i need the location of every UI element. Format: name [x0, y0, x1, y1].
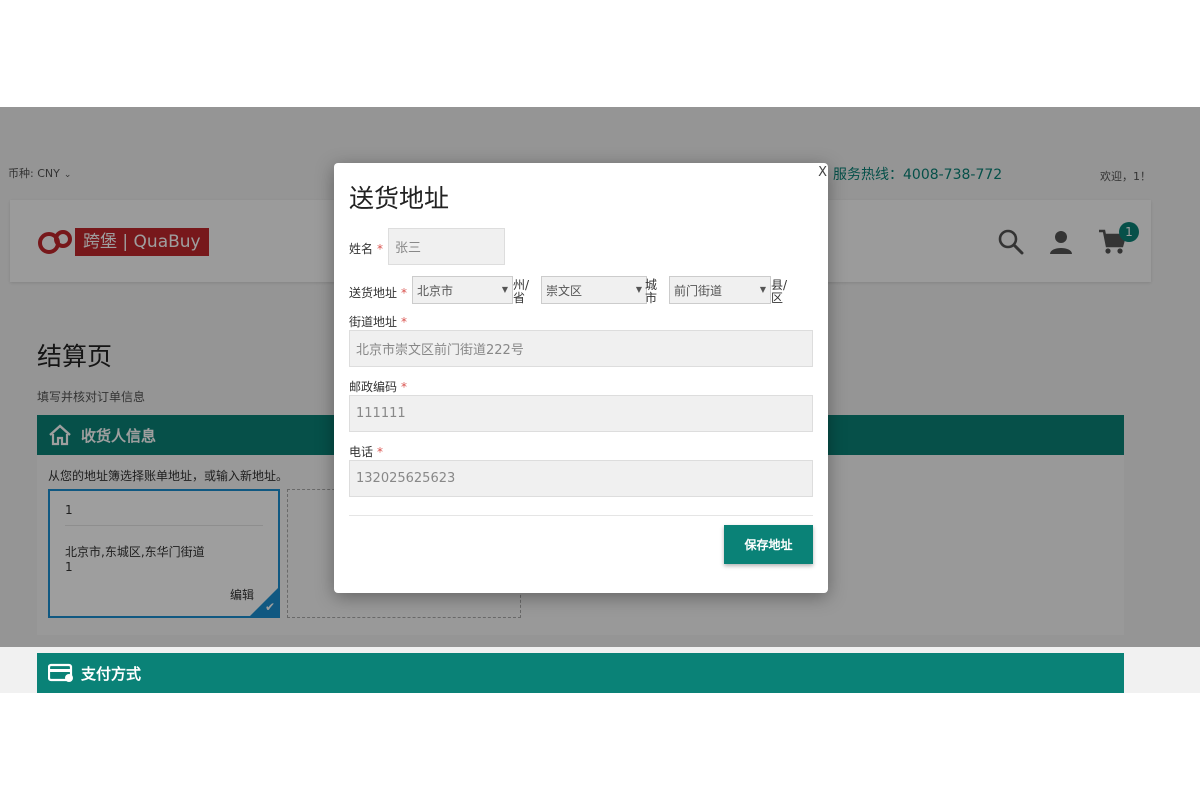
province-select[interactable]: 北京市 ▼: [412, 276, 513, 304]
phone-input[interactable]: 132025625623: [349, 460, 813, 497]
payment-section-title: 支付方式: [81, 664, 142, 683]
district-select-value: 前门街道: [674, 283, 723, 298]
save-address-button[interactable]: 保存地址: [724, 525, 813, 564]
province-select-value: 北京市: [417, 283, 454, 298]
credit-card-icon: [47, 661, 73, 685]
postal-label: 邮政编码 *: [349, 380, 408, 394]
street-input[interactable]: 北京市崇文区前门街道222号: [349, 330, 813, 367]
chevron-down-icon: ▼: [501, 285, 508, 294]
modal-divider: [349, 515, 813, 516]
city-unit: 城市: [645, 278, 658, 305]
close-icon[interactable]: X: [818, 165, 827, 180]
postal-input[interactable]: 111111: [349, 395, 813, 432]
district-select[interactable]: 前门街道 ▼: [669, 276, 771, 304]
city-select[interactable]: 崇文区 ▼: [541, 276, 647, 304]
payment-section-header: 支付方式: [37, 653, 1124, 693]
chevron-down-icon: ▼: [759, 285, 766, 294]
province-unit: 州/省: [513, 278, 530, 305]
name-input[interactable]: 张三: [388, 228, 505, 265]
checkout-page: 币种: CNY ⌄ 服务热线：4008-738-772 欢迎，1！ 跨堡 | Qu…: [0, 107, 1200, 693]
phone-label: 电话 *: [349, 445, 384, 459]
modal-title: 送货地址: [349, 184, 450, 213]
chevron-down-icon: ▼: [635, 285, 642, 294]
address-label: 送货地址 *: [349, 286, 408, 300]
district-unit: 县/区: [771, 278, 788, 305]
city-select-value: 崇文区: [546, 283, 583, 298]
shipping-address-modal: X 送货地址 姓名 * 张三 送货地址 * 北京市 ▼ 州/省 崇文区 ▼ 城市 前门街…: [334, 163, 828, 593]
street-label: 街道地址 *: [349, 315, 408, 329]
name-label: 姓名 *: [349, 242, 384, 256]
